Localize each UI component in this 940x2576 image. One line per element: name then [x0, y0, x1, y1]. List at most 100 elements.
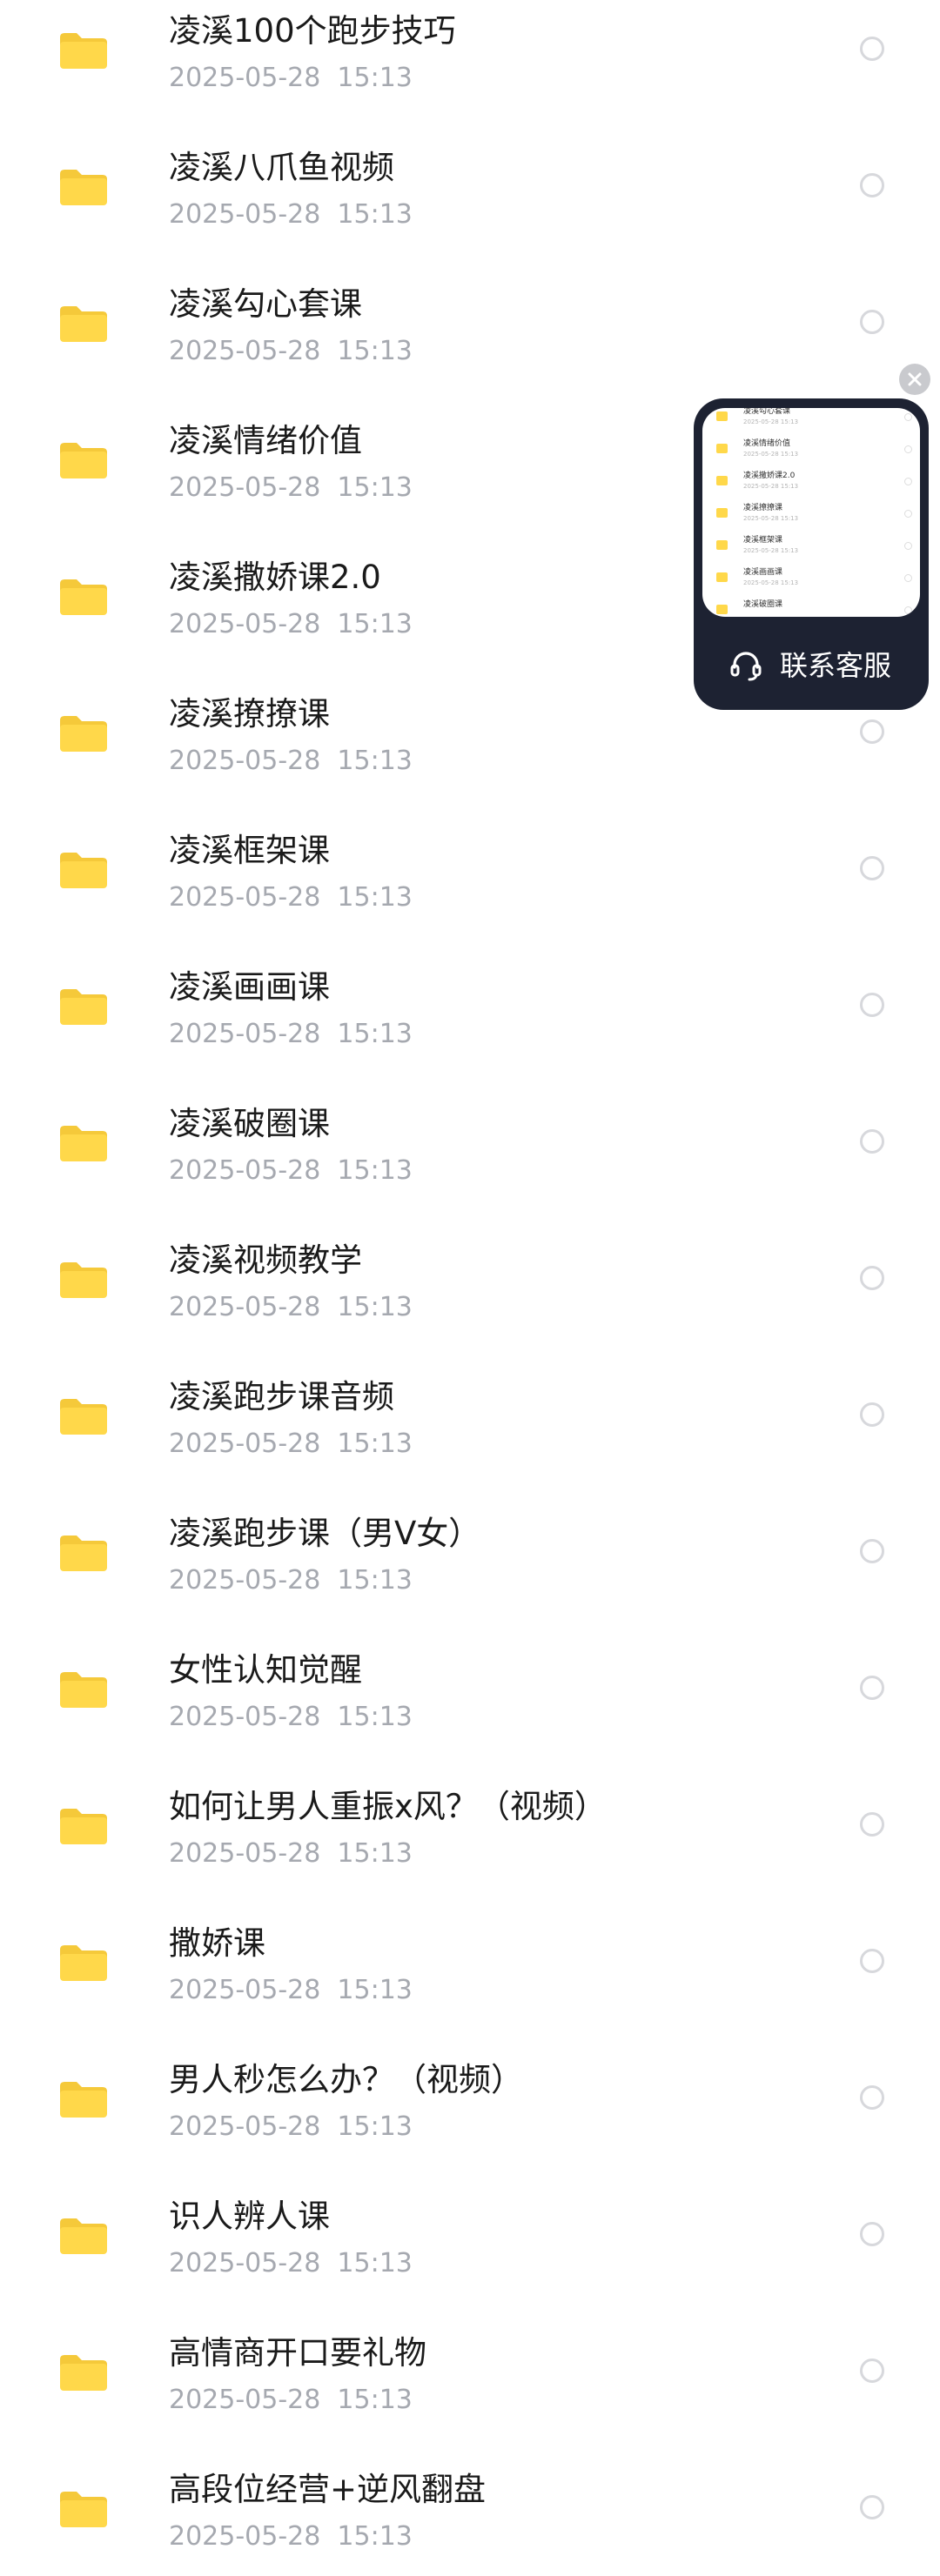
file-name: 凌溪跑步课音频 — [169, 1378, 394, 1415]
select-radio[interactable] — [860, 2222, 884, 2246]
select-radio[interactable] — [860, 719, 884, 744]
preview-file-name: 凌溪勾心套课 — [743, 408, 791, 416]
select-radio — [904, 606, 912, 614]
preview-file-name: 凌溪画画课 — [743, 568, 783, 577]
file-name: 凌溪跑步课（男V女） — [169, 1515, 481, 1552]
folder-icon — [57, 849, 110, 891]
select-radio[interactable] — [860, 1129, 884, 1154]
select-radio[interactable] — [860, 310, 884, 334]
preview-file-name: 凌溪情绪价值 — [743, 439, 791, 448]
file-row[interactable]: 如何让男人重振x风？（视频） 2025-05-28 15:13 — [0, 1756, 940, 1893]
preview-row: 凌溪情绪价值 2025-05-28 15:13 — [702, 434, 920, 466]
file-name: 凌溪破圈课 — [169, 1105, 330, 1142]
preview-row: 凌溪画画课 2025-05-28 15:13 — [702, 563, 920, 595]
file-row[interactable]: 凌溪破圈课 2025-05-28 15:13 — [0, 1074, 940, 1210]
file-date: 2025-05-28 15:13 — [169, 609, 413, 639]
file-name: 高段位经营+逆风翻盘 — [169, 2471, 487, 2508]
preview-file-name: 凌溪撒娇课2.0 — [743, 472, 796, 480]
file-name: 凌溪100个跑步技巧 — [169, 12, 456, 50]
preview-row: 凌溪破圈课 — [702, 595, 920, 617]
folder-icon — [57, 576, 110, 618]
select-radio[interactable] — [860, 1266, 884, 1290]
file-row[interactable]: 男人秒怎么办？（视频） 2025-05-28 15:13 — [0, 2030, 940, 2166]
preview-file-name: 凌溪破圈课 — [743, 600, 783, 609]
file-name: 如何让男人重振x风？（视频） — [169, 1788, 607, 1825]
file-name: 凌溪画画课 — [169, 968, 330, 1006]
file-list: 凌溪100个跑步技巧 2025-05-28 15:13 凌溪八爪鱼视频 2025-05… — [0, 0, 940, 2566]
preview-file-date: 2025-05-28 15:13 — [743, 579, 799, 586]
folder-icon — [57, 1395, 110, 1437]
select-radio[interactable] — [860, 2085, 884, 2110]
select-radio — [904, 478, 912, 485]
folder-icon — [57, 1942, 110, 1984]
file-row[interactable]: 凌溪跑步课（男V女） 2025-05-28 15:13 — [0, 1483, 940, 1620]
folder-icon — [57, 713, 110, 754]
file-date: 2025-05-28 15:13 — [169, 1292, 413, 1322]
file-row[interactable]: 凌溪八爪鱼视频 2025-05-28 15:13 — [0, 117, 940, 254]
file-date: 2025-05-28 15:13 — [169, 336, 413, 366]
select-radio[interactable] — [860, 993, 884, 1017]
select-radio[interactable] — [860, 1949, 884, 1973]
select-radio[interactable] — [860, 2495, 884, 2519]
select-radio[interactable] — [860, 1402, 884, 1427]
widget-preview[interactable]: 凌溪勾心套课 2025-05-28 15:13 凌溪情绪价值 2025-05-28 1… — [702, 408, 920, 617]
file-row[interactable]: 凌溪勾心套课 2025-05-28 15:13 — [0, 254, 940, 391]
file-name: 男人秒怎么办？（视频） — [169, 2061, 523, 2098]
folder-icon — [57, 2488, 110, 2530]
customer-service-float[interactable]: 凌溪勾心套课 2025-05-28 15:13 凌溪情绪价值 2025-05-28 1… — [694, 398, 929, 710]
file-row[interactable]: 高段位经营+逆风翻盘 2025-05-28 15:13 — [0, 2439, 940, 2576]
close-icon — [908, 372, 922, 386]
select-radio — [904, 413, 912, 421]
file-date: 2025-05-28 15:13 — [169, 2385, 413, 2415]
folder-icon — [57, 986, 110, 1027]
file-date: 2025-05-28 15:13 — [169, 746, 413, 776]
file-row[interactable]: 女性认知觉醒 2025-05-28 15:13 — [0, 1620, 940, 1756]
folder-icon — [57, 1532, 110, 1574]
file-date: 2025-05-28 15:13 — [169, 1429, 413, 1459]
preview-row: 凌溪勾心套课 2025-05-28 15:13 — [702, 408, 920, 434]
select-radio[interactable] — [860, 856, 884, 880]
file-date: 2025-05-28 15:13 — [169, 2521, 413, 2552]
select-radio — [904, 445, 912, 453]
folder-icon — [57, 303, 110, 345]
folder-icon — [57, 1805, 110, 1847]
folder-icon — [716, 411, 728, 421]
contact-support-button[interactable]: 联系客服 — [694, 617, 929, 710]
folder-icon — [57, 1122, 110, 1164]
file-date: 2025-05-28 15:13 — [169, 1019, 413, 1049]
folder-icon — [716, 444, 728, 453]
file-date: 2025-05-28 15:13 — [169, 1702, 413, 1732]
select-radio[interactable] — [860, 37, 884, 61]
file-date: 2025-05-28 15:13 — [169, 1975, 413, 2005]
file-row[interactable]: 识人辨人课 2025-05-28 15:13 — [0, 2166, 940, 2303]
select-radio[interactable] — [860, 1676, 884, 1700]
file-row[interactable]: 凌溪视频教学 2025-05-28 15:13 — [0, 1210, 940, 1347]
file-row[interactable]: 凌溪框架课 2025-05-28 15:13 — [0, 800, 940, 937]
file-name: 凌溪视频教学 — [169, 1241, 362, 1279]
file-name: 高情商开口要礼物 — [169, 2334, 426, 2372]
headset-icon — [728, 648, 763, 683]
select-radio[interactable] — [860, 1539, 884, 1563]
file-name: 撒娇课 — [169, 1924, 265, 1962]
file-row[interactable]: 凌溪画画课 2025-05-28 15:13 — [0, 937, 940, 1074]
select-radio[interactable] — [860, 173, 884, 197]
file-row[interactable]: 高情商开口要礼物 2025-05-28 15:13 — [0, 2303, 940, 2439]
file-name: 凌溪框架课 — [169, 832, 330, 869]
close-float-button[interactable] — [899, 364, 930, 395]
file-date: 2025-05-28 15:13 — [169, 1565, 413, 1596]
preview-file-date: 2025-05-28 15:13 — [743, 547, 799, 554]
file-row[interactable]: 凌溪100个跑步技巧 2025-05-28 15:13 — [0, 0, 940, 117]
select-radio[interactable] — [860, 1812, 884, 1837]
contact-support-label: 联系客服 — [780, 649, 892, 682]
select-radio[interactable] — [860, 2359, 884, 2383]
file-date: 2025-05-28 15:13 — [169, 882, 413, 913]
file-name: 凌溪八爪鱼视频 — [169, 149, 394, 186]
folder-icon — [716, 508, 728, 518]
preview-file-name: 凌溪撩撩课 — [743, 504, 783, 512]
file-name: 凌溪勾心套课 — [169, 285, 362, 323]
preview-file-name: 凌溪框架课 — [743, 536, 783, 545]
file-date: 2025-05-28 15:13 — [169, 2111, 413, 2142]
file-row[interactable]: 撒娇课 2025-05-28 15:13 — [0, 1893, 940, 2030]
folder-icon — [57, 1669, 110, 1710]
file-row[interactable]: 凌溪跑步课音频 2025-05-28 15:13 — [0, 1347, 940, 1483]
